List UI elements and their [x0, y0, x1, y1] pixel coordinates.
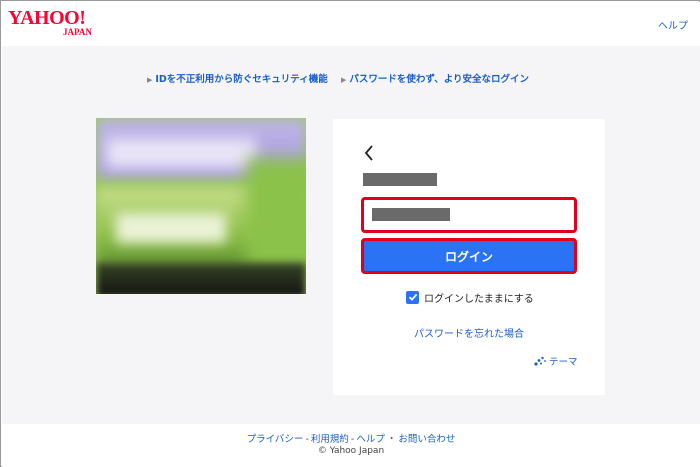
user-id-field[interactable] [361, 197, 577, 233]
footer-privacy-link[interactable]: プライバシー [247, 434, 304, 445]
footer: プライバシー - 利用規約 - ヘルプ・お問い合わせ © Yahoo Japan [2, 424, 700, 467]
copyright: © Yahoo Japan [317, 446, 385, 456]
login-button[interactable]: ログイン [366, 243, 572, 269]
theme-label: テーマ [549, 357, 578, 368]
blurred-banner-image [96, 118, 306, 294]
back-button[interactable] [361, 143, 377, 165]
header: YAHOO! JAPAN ヘルプ [2, 2, 700, 46]
promo-link-passwordless[interactable]: ▶ パスワードを使わず、より安全なログイン [341, 73, 529, 87]
triangle-right-icon: ▶ [147, 76, 153, 84]
logo-sub-text: JAPAN [63, 27, 92, 37]
redacted-user-id [372, 208, 450, 221]
logo-main-text: YAHOO! [8, 7, 86, 29]
promo-link-security[interactable]: ▶ IDを不正利用から防ぐセキュリティ機能 [147, 73, 328, 87]
main-area: ▶ IDを不正利用から防ぐセキュリティ機能 ▶ パスワードを使わず、より安全なログイ… [2, 46, 700, 424]
help-link[interactable]: ヘルプ [658, 17, 688, 32]
promo-link-passwordless-label: パスワードを使わず、より安全なログイン [349, 74, 530, 85]
check-icon [408, 293, 417, 301]
footer-terms-link[interactable]: 利用規約 [311, 434, 349, 445]
keep-login-label: ログインしたままにする [424, 293, 534, 305]
redacted-user-name [363, 173, 437, 186]
theme-icon [534, 356, 546, 366]
login-card: ログイン ログインしたままにする パスワードを忘れた場合 テーマ [333, 119, 605, 395]
yahoo-japan-logo[interactable]: YAHOO! JAPAN [8, 8, 108, 38]
promo-links: ▶ IDを不正利用から防ぐセキュリティ機能 ▶ パスワードを使わず、より安全なログイ… [2, 73, 700, 89]
keep-login-option[interactable]: ログインしたままにする [406, 290, 534, 305]
page-frame: YAHOO! JAPAN ヘルプ ▶ IDを不正利用から防ぐセキュリティ機能 ▶ パ… [0, 0, 700, 467]
login-button-highlight[interactable]: ログイン [361, 238, 577, 274]
chevron-left-icon [364, 144, 373, 161]
theme-link[interactable]: テーマ [533, 354, 578, 368]
footer-contact-link[interactable]: お問い合わせ [398, 434, 455, 445]
footer-help-link[interactable]: ヘルプ [356, 434, 385, 445]
promo-link-security-label: IDを不正利用から防ぐセキュリティ機能 [155, 74, 328, 85]
triangle-right-icon: ▶ [341, 76, 347, 84]
keep-login-checkbox[interactable] [406, 290, 419, 304]
footer-links: プライバシー - 利用規約 - ヘルプ・お問い合わせ [246, 434, 456, 445]
forgot-password-link[interactable]: パスワードを忘れた場合 [333, 325, 605, 340]
